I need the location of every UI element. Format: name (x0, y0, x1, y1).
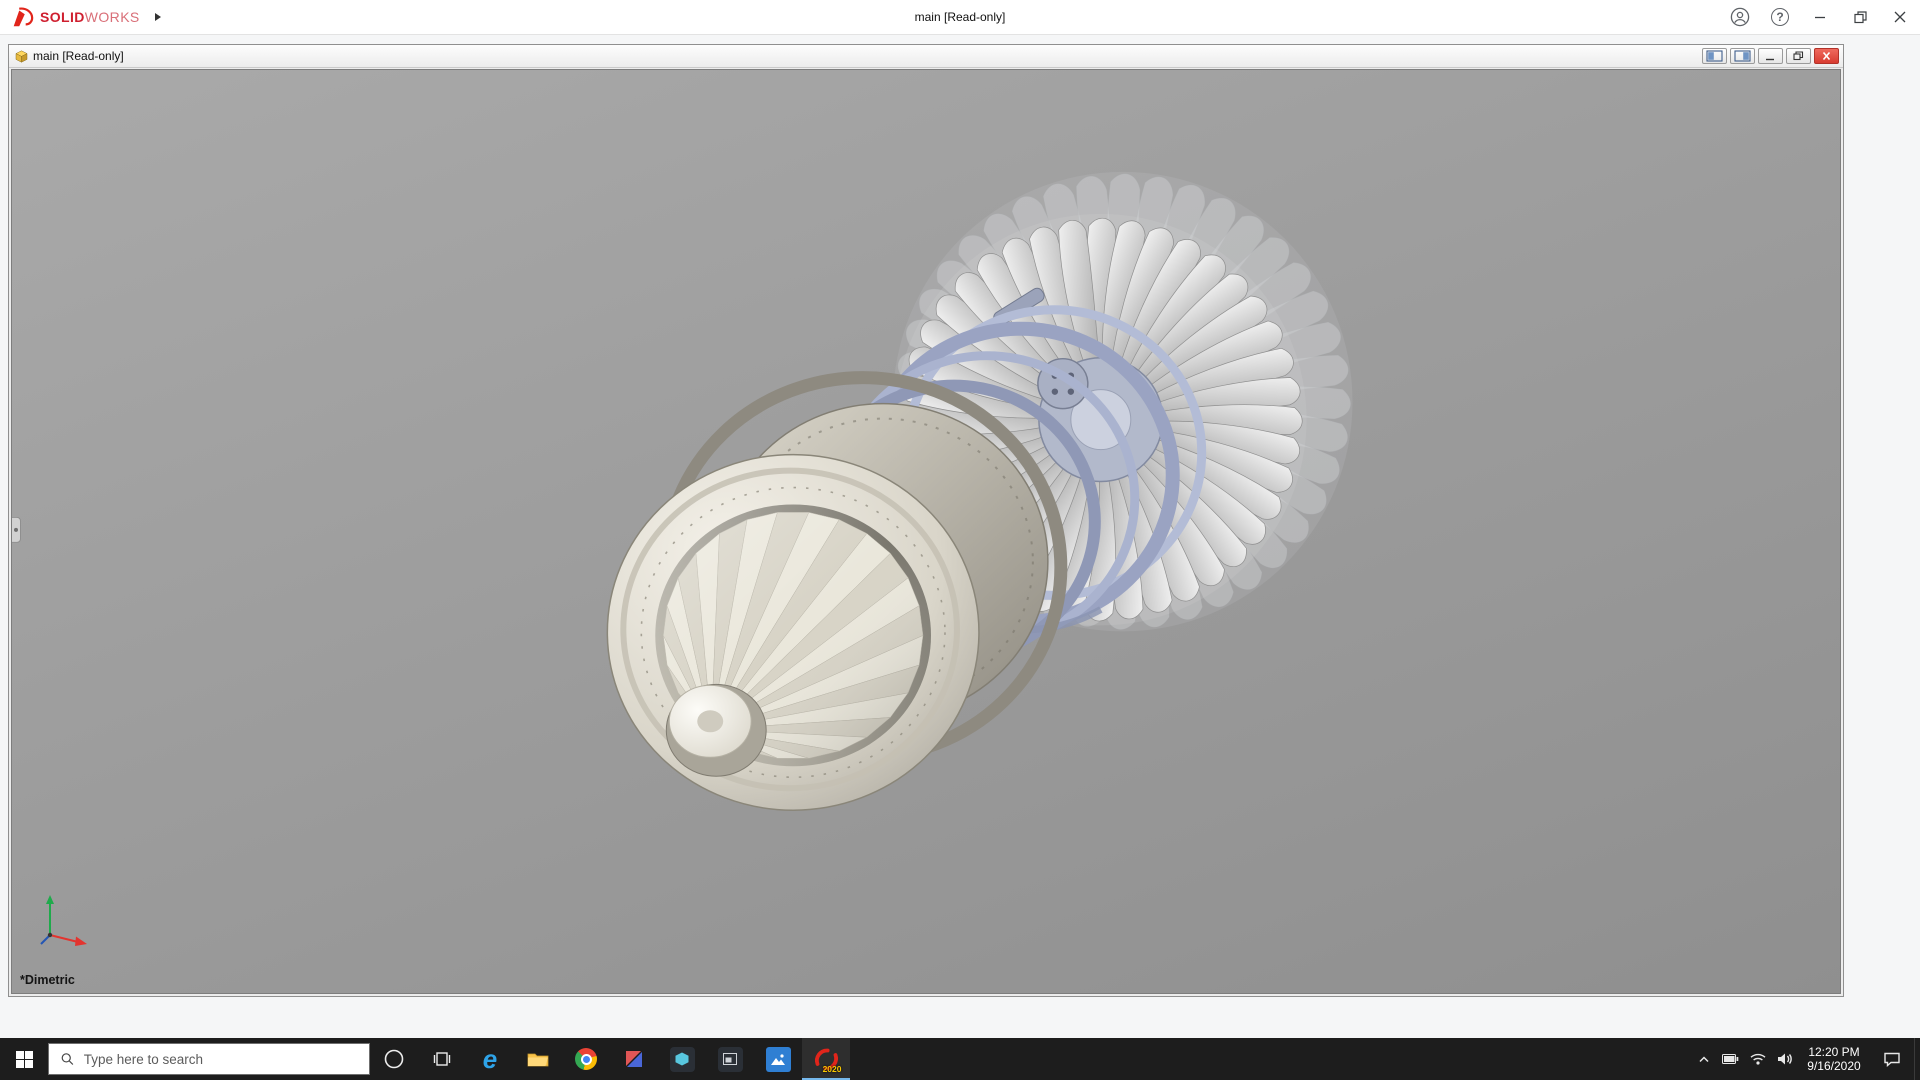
doc-minimize-button[interactable] (1758, 48, 1783, 64)
solidworks-logo-icon (13, 7, 34, 27)
edrawings-icon (669, 1046, 695, 1072)
screen: SOLIDWORKS main [Read-only] ? main [Read… (0, 0, 1920, 1080)
task-view-button[interactable] (418, 1038, 466, 1080)
taskbar-icon-photos[interactable] (754, 1038, 802, 1080)
taskbar-icon-solidworks[interactable]: 2020 (802, 1038, 850, 1080)
account-button[interactable] (1720, 0, 1760, 34)
task-view-icon (433, 1052, 451, 1066)
doc-tile-right-button[interactable] (1730, 48, 1755, 64)
account-icon (1730, 7, 1750, 27)
view-orientation-label: *Dimetric (20, 973, 75, 987)
notification-icon (1884, 1052, 1900, 1067)
screenshot-tool-icon (717, 1046, 743, 1072)
app-titlebar: SOLIDWORKS main [Read-only] ? (0, 0, 1920, 35)
paint3d-icon (626, 1051, 642, 1067)
solidworks-year-badge: 2020 (822, 1063, 842, 1074)
app-window-controls: ? (1720, 0, 1920, 34)
taskbar-icon-chrome[interactable] (562, 1038, 610, 1080)
triad-x-axis (49, 934, 79, 943)
brand-bold: SOLID (40, 9, 85, 25)
windows-taskbar: e (0, 1038, 1920, 1080)
taskbar-icon-screenshot-tool[interactable] (706, 1038, 754, 1080)
app-close-button[interactable] (1880, 0, 1920, 34)
edge-icon: e (482, 1044, 498, 1074)
app-restore-button[interactable] (1840, 0, 1880, 34)
taskbar-icon-edrawings[interactable] (658, 1038, 706, 1080)
document-window-controls (1702, 48, 1839, 64)
brand-text: SOLIDWORKS (40, 9, 140, 25)
chevron-up-icon (1698, 1056, 1709, 1063)
volume-button[interactable] (1771, 1038, 1798, 1080)
battery-status-button[interactable] (1717, 1038, 1744, 1080)
doc-tile-left-button[interactable] (1702, 48, 1727, 64)
jet-engine-model (606, 171, 1353, 811)
document-title: main [Read-only] (33, 49, 124, 63)
panel-tab-dot-icon (14, 527, 18, 532)
cortana-button[interactable] (370, 1038, 418, 1080)
solidworks-app-icon: 2020 (813, 1046, 842, 1074)
taskbar-icon-paint3d[interactable] (610, 1038, 658, 1080)
system-tray: 12:20 PM 9/16/2020 (1690, 1038, 1920, 1080)
workspace: main [Read-only] *Dimetric (0, 35, 1920, 1038)
app-title: main [Read-only] (914, 10, 1006, 24)
taskbar-icon-edge[interactable]: e (466, 1038, 514, 1080)
doc-close-icon (1822, 51, 1831, 61)
taskbar-clock[interactable]: 12:20 PM 9/16/2020 (1798, 1038, 1870, 1080)
network-status-button[interactable] (1744, 1038, 1771, 1080)
tile-right-icon (1734, 50, 1751, 62)
wifi-icon (1750, 1053, 1765, 1065)
minimize-icon (1815, 16, 1825, 19)
tray-expand-button[interactable] (1690, 1038, 1717, 1080)
close-icon (1894, 11, 1906, 23)
speaker-icon (1777, 1053, 1792, 1065)
document-window: main [Read-only] *Dimetric (8, 44, 1844, 997)
action-center-button[interactable] (1870, 1038, 1914, 1080)
menu-expand-arrow-icon[interactable] (154, 12, 162, 22)
help-button[interactable]: ? (1760, 0, 1800, 34)
assembly-cube-icon (15, 50, 28, 63)
search-input[interactable] (83, 1051, 358, 1067)
search-icon (61, 1053, 74, 1065)
restore-icon (1854, 11, 1867, 24)
doc-minimize-icon (1766, 58, 1774, 61)
clock-date: 9/16/2020 (1807, 1059, 1861, 1073)
document-titlebar: main [Read-only] (9, 45, 1843, 68)
feature-panel-expand-tab[interactable] (12, 516, 21, 543)
clock-time: 12:20 PM (1808, 1044, 1860, 1059)
taskbar-icon-file-explorer[interactable] (514, 1038, 562, 1080)
orientation-triad (40, 895, 87, 946)
doc-close-button[interactable] (1814, 48, 1839, 64)
windows-logo-icon (15, 1050, 33, 1068)
taskbar-search[interactable] (48, 1043, 370, 1075)
app-minimize-button[interactable] (1800, 0, 1840, 34)
doc-restore-button[interactable] (1786, 48, 1811, 64)
graphics-viewport[interactable]: *Dimetric (11, 69, 1841, 994)
photos-icon (765, 1046, 791, 1072)
help-icon: ? (1771, 8, 1789, 26)
doc-restore-icon (1793, 51, 1804, 61)
tile-left-icon (1706, 50, 1723, 62)
brand-light: WORKS (84, 9, 140, 25)
cortana-icon (384, 1049, 404, 1069)
start-button[interactable] (0, 1038, 48, 1080)
show-desktop-strip[interactable] (1914, 1038, 1920, 1080)
chrome-icon (575, 1048, 597, 1070)
solidworks-brand: SOLIDWORKS (0, 6, 162, 28)
file-explorer-icon (527, 1053, 549, 1067)
battery-icon (1722, 1054, 1739, 1064)
